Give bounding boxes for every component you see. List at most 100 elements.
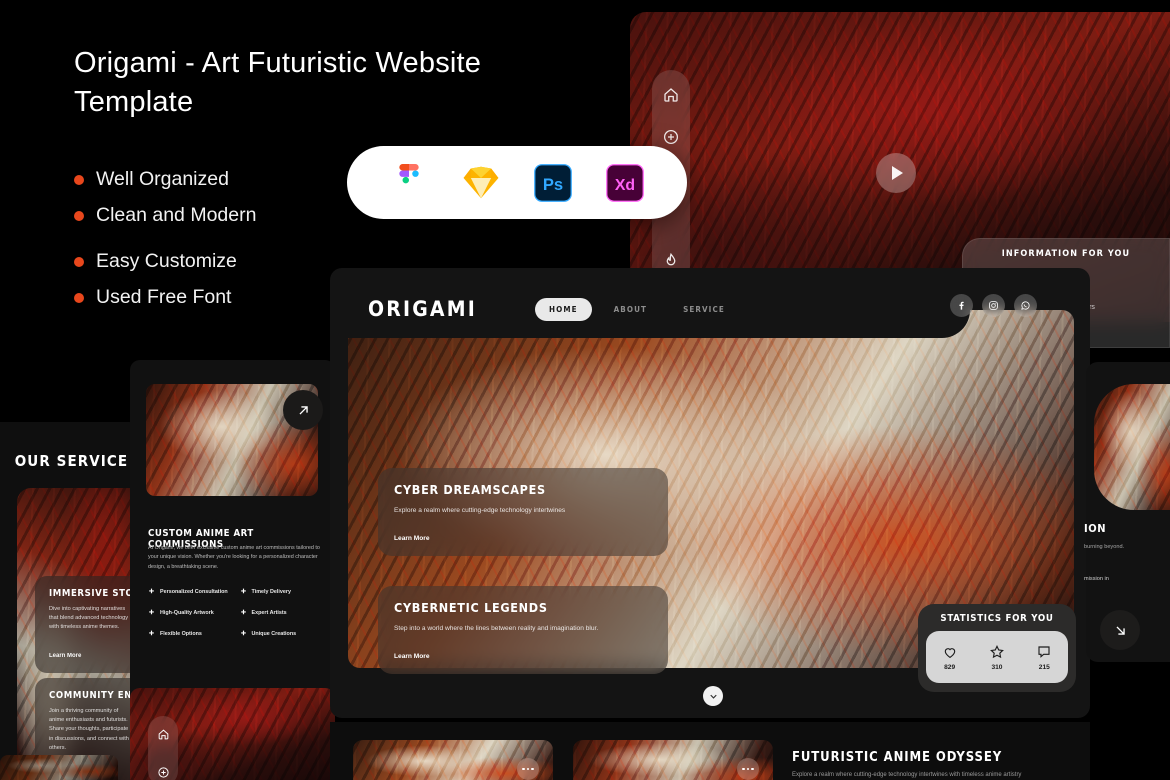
plus-icon — [240, 630, 246, 636]
commissions-feature-item: Personalized Consultation — [148, 588, 234, 595]
stat-value: 215 — [1038, 663, 1050, 671]
odyssey-subtitle: Explore a realm where cutting-edge techn… — [792, 772, 1022, 778]
software-compatibility-pill: Ps Xd — [347, 146, 687, 219]
feature-item: Used Free Font — [74, 286, 256, 309]
hero-navbar: ORIGAMI HOME ABOUT SERVICE — [330, 280, 970, 338]
hero-card-cyber-dreamscapes[interactable]: CYBER DREAMSCAPES Explore a realm where … — [378, 468, 668, 556]
mockup-service-panel: OUR SERVICE IMMERSIVE STORYLINES Dive in… — [0, 422, 143, 780]
bullet-dot-icon — [74, 210, 84, 221]
hero-card-desc: Step into a world where the lines betwee… — [394, 625, 599, 632]
heart-icon — [944, 647, 955, 658]
more-options-icon[interactable] — [737, 758, 759, 780]
feature-item: Clean and Modern — [74, 204, 256, 227]
information-title: INFORMATION FOR YOU — [1001, 249, 1131, 259]
service-card-title: IMMERSIVE STORYLINES — [49, 588, 143, 599]
odyssey-title: FUTURISTIC ANIME ODYSSEY — [792, 750, 1003, 765]
star-icon — [990, 644, 1004, 658]
hero-card-learn-more[interactable]: Learn More — [394, 535, 652, 542]
service-card-title: COMMUNITY ENGAGEMENT — [49, 690, 143, 701]
feature-label: Unique Creations — [251, 630, 297, 637]
service-card-desc: Join a thriving community of anime enthu… — [49, 708, 129, 751]
feature-label: Flexible Options — [160, 630, 202, 637]
artwork-bottom-left-2 — [0, 755, 118, 780]
commissions-feature-item: High-Quality Artwork — [148, 609, 234, 616]
odyssey-thumbnail-1[interactable] — [353, 740, 553, 780]
figma-icon — [388, 162, 430, 204]
svg-text:Xd: Xd — [615, 177, 635, 194]
home-icon[interactable] — [157, 728, 170, 746]
stat-value: 310 — [991, 663, 1003, 671]
plus-icon — [149, 630, 154, 636]
feature-list: Well Organized Clean and Modern Easy Cus… — [74, 168, 256, 309]
feature-item: Easy Customize — [74, 250, 256, 273]
plus-icon — [240, 588, 246, 594]
right-card-arrow-button[interactable] — [1100, 610, 1140, 650]
commissions-feature-item: Expert Artists — [240, 609, 326, 616]
statistics-card: STATISTICS FOR YOU 829 310 215 — [918, 604, 1076, 692]
stat-favorites[interactable]: 310 — [989, 644, 1005, 671]
hero-card-desc: Explore a realm where cutting-edge techn… — [394, 507, 566, 514]
hero-card-title: CYBER DREAMSCAPES — [394, 482, 546, 497]
feature-label: Well Organized — [96, 168, 229, 190]
commissions-desc: At Origami, we offer exclusive custom an… — [148, 545, 320, 570]
stat-value: 829 — [944, 663, 956, 671]
statistics-row: 829 310 215 — [926, 631, 1068, 683]
service-card-desc: Dive into captivating narratives that bl… — [49, 606, 128, 631]
odyssey-thumbnail-2[interactable] — [573, 740, 773, 780]
hero-card-learn-more[interactable]: Learn More — [394, 653, 652, 660]
feature-label: Timely Delivery — [251, 588, 291, 595]
bullet-dot-icon — [74, 174, 84, 185]
bullet-dot-icon — [74, 256, 84, 267]
service-artwork-shell: IMMERSIVE STORYLINES Dive into captivati… — [17, 488, 143, 780]
hero-card-title: CYBERNETIC LEGENDS — [394, 600, 548, 615]
service-card-1[interactable]: IMMERSIVE STORYLINES Dive into captivati… — [35, 576, 143, 673]
scroll-down-button[interactable] — [703, 686, 723, 706]
hero-card-cybernetic-legends[interactable]: CYBERNETIC LEGENDS Step into a world whe… — [378, 586, 668, 674]
poster-stage: INFORMATION FOR YOU 85% are Customers OU… — [0, 0, 1170, 780]
right-card-link[interactable]: mission in — [1084, 576, 1109, 582]
statistics-title: STATISTICS FOR YOU — [940, 613, 1054, 624]
right-card-desc: burning beyond. — [1084, 544, 1125, 550]
compass-icon[interactable] — [662, 128, 680, 146]
nav-item-service[interactable]: SERVICE — [669, 298, 739, 321]
plus-icon — [240, 609, 246, 615]
hero-nav-links: HOME ABOUT SERVICE — [535, 297, 739, 321]
page-title: Origami - Art Futuristic Website Templat… — [74, 47, 482, 119]
commissions-feature-item: Timely Delivery — [240, 588, 326, 595]
mockup-bottom-left — [130, 688, 335, 780]
nav-item-about[interactable]: ABOUT — [600, 298, 661, 321]
stat-comments[interactable]: 215 — [1036, 644, 1052, 671]
service-card-learn-more[interactable]: Learn More — [49, 653, 131, 659]
home-icon[interactable] — [662, 86, 680, 104]
service-heading: OUR SERVICE — [14, 452, 129, 470]
commissions-feature-item: Flexible Options — [148, 630, 234, 637]
sketch-icon — [460, 162, 502, 204]
plus-icon — [149, 609, 154, 615]
play-triangle-icon — [892, 166, 903, 180]
site-logo[interactable]: ORIGAMI — [368, 297, 477, 321]
feature-label: High-Quality Artwork — [160, 609, 214, 616]
right-card-artwork — [1094, 384, 1170, 510]
arrow-up-right-icon — [298, 405, 308, 415]
whatsapp-icon[interactable] — [1014, 294, 1037, 317]
more-options-icon[interactable] — [517, 758, 539, 780]
compass-icon[interactable] — [157, 766, 170, 780]
right-card-title: ION — [1084, 522, 1107, 535]
photoshop-icon: Ps — [532, 162, 574, 204]
chevron-down-icon — [709, 694, 717, 699]
sidebar-rail-bottomleft[interactable] — [148, 716, 178, 780]
feature-item: Well Organized — [74, 168, 256, 191]
feature-label: Expert Artists — [251, 609, 287, 616]
svg-text:Ps: Ps — [543, 175, 563, 194]
arrow-down-right-icon — [1115, 625, 1125, 635]
feature-label: Clean and Modern — [96, 204, 257, 226]
video-play-button[interactable] — [876, 153, 916, 193]
commissions-feature-grid: Personalized Consultation Timely Deliver… — [148, 588, 325, 637]
nav-item-home[interactable]: HOME — [535, 297, 592, 321]
instagram-icon[interactable] — [982, 294, 1005, 317]
social-links — [950, 294, 1037, 317]
facebook-icon[interactable] — [950, 294, 973, 317]
stat-likes[interactable]: 829 — [942, 644, 958, 671]
commissions-arrow-button[interactable] — [283, 390, 323, 430]
feature-label: Used Free Font — [96, 286, 232, 308]
